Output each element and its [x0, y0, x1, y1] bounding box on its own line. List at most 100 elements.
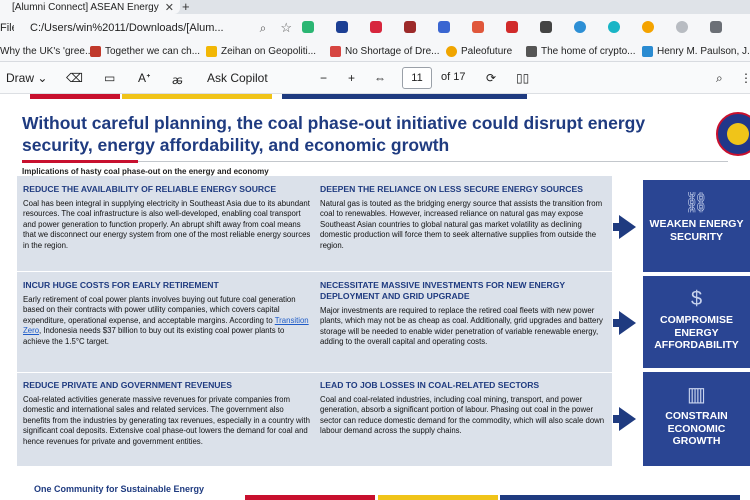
- footer-stripe-yellow: [378, 495, 498, 500]
- bookmark-favicon-icon: [90, 46, 101, 57]
- extension-icon[interactable]: [574, 21, 586, 33]
- url-field[interactable]: C:/Users/win%2011/Downloads/[Alum...: [30, 22, 224, 34]
- address-bar: File C:/Users/win%2011/Downloads/[Alum..…: [0, 14, 750, 42]
- extension-icon[interactable]: [370, 21, 382, 33]
- favorite-star-icon[interactable]: ☆: [280, 20, 292, 36]
- implication-cell: REDUCE THE AVAILABILITY OF RELIABLE ENER…: [23, 184, 313, 251]
- implication-cell: DEEPEN THE RELIANCE ON LESS SECURE ENERG…: [320, 184, 608, 251]
- search-icon[interactable]: ⌕: [260, 21, 267, 36]
- broken-chain-icon: ⛓: [683, 192, 710, 214]
- page-total-label: of 17: [441, 71, 466, 83]
- read-aloud-icon[interactable]: ꬱ: [172, 71, 183, 88]
- divider: [17, 271, 612, 272]
- text-size-icon[interactable]: Aᐩ: [138, 71, 151, 85]
- arrow-right-icon: [613, 311, 636, 335]
- top-stripe-red: [30, 94, 120, 99]
- divider: [17, 372, 612, 373]
- impact-box-economic-growth: ▥ CONSTRAIN ECONOMIC GROWTH: [643, 372, 750, 466]
- implications-panel: REDUCE THE AVAILABILITY OF RELIABLE ENER…: [17, 176, 612, 466]
- bookmark-favicon-icon: [330, 46, 341, 57]
- rotate-icon[interactable]: ⟳: [486, 71, 496, 85]
- extension-icon[interactable]: [642, 21, 654, 33]
- extension-icon[interactable]: [404, 21, 416, 33]
- eraser-icon[interactable]: ⌫: [66, 71, 83, 85]
- bookmark-favicon-icon: [526, 46, 537, 57]
- arrow-right-icon: [613, 407, 636, 431]
- cell-body: Major investments are required to replac…: [320, 306, 603, 347]
- top-stripe-yellow: [122, 94, 272, 99]
- extension-icon[interactable]: [710, 21, 722, 33]
- bookmark-item[interactable]: No Shortage of Dre...: [330, 46, 440, 57]
- divider: [138, 161, 728, 162]
- cell-body: Coal has been integral in supplying elec…: [23, 199, 311, 250]
- extension-icon[interactable]: [438, 21, 450, 33]
- footer-stripe-blue: [500, 495, 740, 500]
- bookmark-favicon-icon: [642, 46, 653, 57]
- cell-heading: REDUCE THE AVAILABILITY OF RELIABLE ENER…: [23, 184, 277, 194]
- slide-subtitle: Implications of hasty coal phase-out on …: [22, 167, 269, 176]
- cell-body: Natural gas is touted as the bridging en…: [320, 199, 603, 250]
- zoom-out-button[interactable]: −: [320, 71, 327, 85]
- bookmark-item[interactable]: Together we can ch...: [90, 46, 200, 57]
- pdf-page: Without careful planning, the coal phase…: [0, 94, 750, 500]
- more-icon[interactable]: ⋮: [740, 71, 750, 85]
- two-page-icon[interactable]: ▯▯: [516, 71, 529, 85]
- implication-cell: INCUR HUGE COSTS FOR EARLY RETIREMENT Ea…: [23, 280, 313, 347]
- bookmark-favicon-icon: [206, 46, 217, 57]
- impact-label: WEAKEN ENERGY SECURITY: [649, 218, 744, 243]
- footer-tagline: One Community for Sustainable Energy: [34, 484, 205, 494]
- extension-icon[interactable]: [540, 21, 552, 33]
- implication-cell: LEAD TO JOB LOSSES IN COAL-RELATED SECTO…: [320, 380, 608, 437]
- cell-heading: INCUR HUGE COSTS FOR EARLY RETIREMENT: [23, 280, 219, 290]
- bar-chart-icon: ▥: [687, 384, 706, 406]
- bookmark-item[interactable]: The home of crypto...: [526, 46, 636, 57]
- extension-icon[interactable]: [676, 21, 688, 33]
- implication-cell: REDUCE PRIVATE AND GOVERNMENT REVENUES C…: [23, 380, 313, 447]
- impact-label: CONSTRAIN ECONOMIC GROWTH: [665, 410, 728, 447]
- new-tab-icon[interactable]: +: [182, 0, 190, 14]
- pdf-toolbar: Draw ⌄ ⌫ ▭ Aᐩ ꬱ Ask Copilot − + ⇔ 11 of …: [0, 62, 750, 94]
- bookmark-favicon-icon: [446, 46, 457, 57]
- slide-title: Without careful planning, the coal phase…: [22, 113, 646, 155]
- chevron-down-icon: ⌄: [37, 71, 48, 85]
- cell-heading: NECESSITATE MASSIVE INVESTMENTS FOR NEW …: [320, 280, 565, 301]
- bookmark-item[interactable]: Zeihan on Geopoliti...: [206, 46, 316, 57]
- bookmark-item[interactable]: Henry M. Paulson, J...: [642, 46, 750, 57]
- extension-icon[interactable]: [608, 21, 620, 33]
- fit-page-icon[interactable]: ⇔: [374, 71, 386, 85]
- tab-title: [Alumni Connect] ASEAN Energy: [12, 1, 159, 13]
- asean-energy-seal-logo: [716, 112, 750, 156]
- cell-body: Early retirement of coal power plants in…: [23, 295, 309, 346]
- title-underline: [22, 160, 138, 163]
- footer-stripe-red: [245, 495, 375, 500]
- bookmark-item[interactable]: Why the UK's 'gree...: [0, 46, 93, 57]
- bookmarks-bar: Why the UK's 'gree... Together we can ch…: [0, 42, 750, 62]
- cell-heading: LEAD TO JOB LOSSES IN COAL-RELATED SECTO…: [320, 380, 540, 390]
- cell-heading: REDUCE PRIVATE AND GOVERNMENT REVENUES: [23, 380, 232, 390]
- impact-box-affordability: $ COMPROMISE ENERGY AFFORDABILITY: [643, 276, 750, 368]
- impact-box-energy-security: ⛓ WEAKEN ENERGY SECURITY: [643, 180, 750, 272]
- text-view-icon[interactable]: ▭: [104, 71, 115, 85]
- close-icon[interactable]: ✕: [165, 1, 174, 14]
- cell-heading: DEEPEN THE RELIANCE ON LESS SECURE ENERG…: [320, 184, 583, 194]
- coins-hand-icon: $: [690, 288, 703, 310]
- arrow-right-icon: [613, 215, 636, 239]
- extension-icon[interactable]: [302, 21, 314, 33]
- page-info-label[interactable]: File: [0, 22, 14, 34]
- top-stripe-blue: [282, 94, 527, 99]
- extension-icon[interactable]: [336, 21, 348, 33]
- cell-body: Coal and coal-related industries, includ…: [320, 395, 605, 436]
- impact-label: COMPROMISE ENERGY AFFORDABILITY: [654, 314, 739, 351]
- search-icon[interactable]: ⌕: [716, 71, 723, 86]
- page-number-input[interactable]: 11: [402, 67, 432, 89]
- draw-button[interactable]: Draw ⌄: [6, 71, 47, 85]
- implication-cell: NECESSITATE MASSIVE INVESTMENTS FOR NEW …: [320, 280, 608, 348]
- tab-strip: [Alumni Connect] ASEAN Energy ✕ +: [0, 0, 750, 14]
- tab-active[interactable]: [Alumni Connect] ASEAN Energy ✕: [0, 0, 180, 14]
- ask-copilot-button[interactable]: Ask Copilot: [207, 71, 268, 85]
- bookmark-item[interactable]: Paleofuture: [446, 46, 512, 57]
- zoom-in-button[interactable]: +: [348, 71, 355, 85]
- extension-icon[interactable]: [472, 21, 484, 33]
- cell-body: Coal-related activities generate massive…: [23, 395, 310, 446]
- extension-icon[interactable]: [506, 21, 518, 33]
